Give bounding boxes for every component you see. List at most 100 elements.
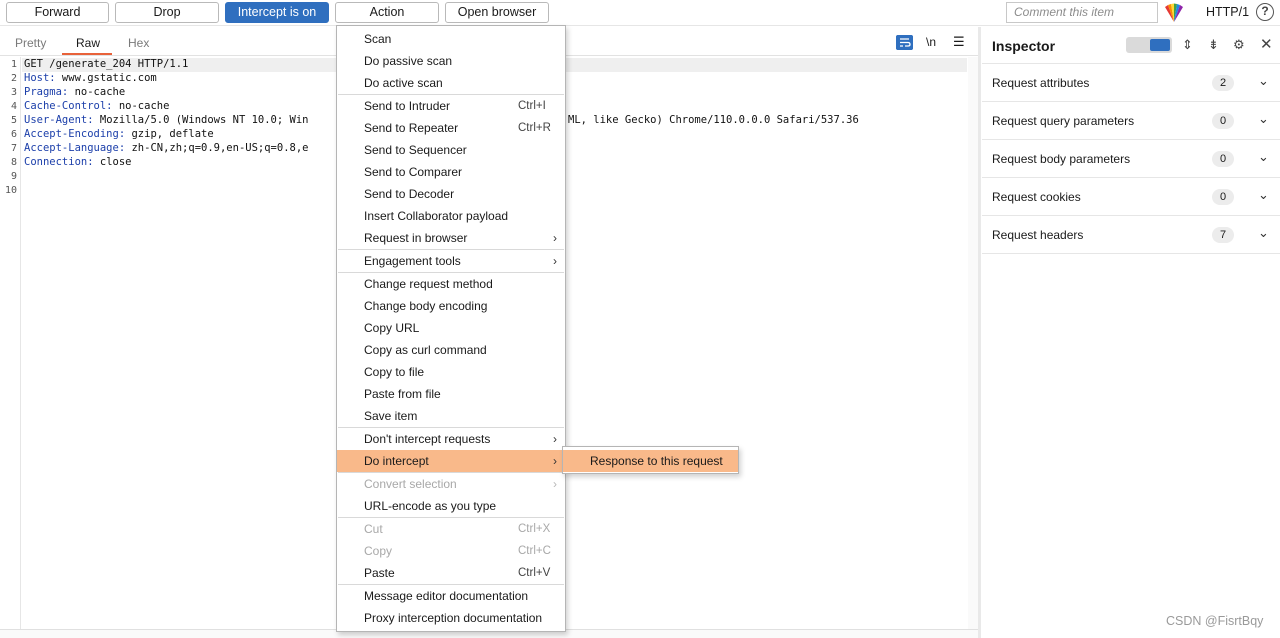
chevron-right-icon: › [553,254,557,268]
editor-scrollbar[interactable] [968,57,978,629]
close-icon[interactable]: ✕ [1260,35,1273,53]
menu-item-scan[interactable]: Scan [337,28,565,50]
menu-item-request-in-browser[interactable]: Request in browser › [337,227,565,249]
http-version-label[interactable]: HTTP/1 [1206,5,1249,19]
action-button[interactable]: Action [335,2,439,23]
menu-item-send-to-repeater[interactable]: Send to Repeater Ctrl+R [337,117,565,139]
menu-item-change-request-method[interactable]: Change request method [337,273,565,295]
menu-item-url-encode[interactable]: URL-encode as you type [337,495,565,517]
menu-item-change-body-encoding[interactable]: Change body encoding [337,295,565,317]
line-number: 1 [10,59,17,70]
count-badge: 0 [1212,189,1234,205]
line-number-gutter: 1 2 3 4 5 6 7 8 9 10 [0,57,21,629]
count-badge: 0 [1212,151,1234,167]
menu-item-send-to-comparer[interactable]: Send to Comparer [337,161,565,183]
menu-item-copy-url[interactable]: Copy URL [337,317,565,339]
do-intercept-submenu: Response to this request [562,446,739,474]
menu-item-dont-intercept[interactable]: Don't intercept requests › [337,428,565,450]
count-badge: 0 [1212,113,1234,129]
context-menu: Scan Do passive scan Do active scan Send… [336,25,566,632]
line-number: 8 [10,157,17,168]
count-badge: 2 [1212,75,1234,91]
forward-button[interactable]: Forward [6,2,109,23]
intercept-toggle-button[interactable]: Intercept is on [225,2,329,23]
inspector-row-headers[interactable]: Request headers 7 ⌄ [982,216,1280,254]
header-line[interactable]: Cache-Control: no-cache [24,100,169,112]
menu-item-paste[interactable]: Paste Ctrl+V [337,562,565,584]
inspector-row-label: Request query parameters [992,114,1135,128]
tab-hex[interactable]: Hex [128,36,149,50]
highlight-color-icon[interactable] [1163,3,1185,23]
header-line[interactable]: User-Agent: Mozilla/5.0 (Windows NT 10.0… [24,114,308,126]
active-tab-indicator [62,53,112,55]
menu-item-paste-from-file[interactable]: Paste from file [337,383,565,405]
word-wrap-icon[interactable] [896,35,913,50]
inspector-row-body-params[interactable]: Request body parameters 0 ⌄ [982,140,1280,178]
inspector-row-label: Request attributes [992,76,1090,90]
menu-item-editor-docs[interactable]: Message editor documentation [337,585,565,607]
line-number: 5 [10,115,17,126]
menu-item-do-intercept[interactable]: Do intercept › [337,450,565,472]
line-number: 7 [10,143,17,154]
inspector-layout-toggle[interactable] [1126,37,1172,53]
panel-divider[interactable] [978,27,981,638]
header-line[interactable]: Host: www.gstatic.com [24,72,157,84]
expand-all-icon[interactable]: ⇕ [1182,37,1193,53]
menu-item-send-to-sequencer[interactable]: Send to Sequencer [337,139,565,161]
inspector-row-query-params[interactable]: Request query parameters 0 ⌄ [982,102,1280,140]
inspector-row-label: Request cookies [992,190,1081,204]
menu-item-passive-scan[interactable]: Do passive scan [337,50,565,72]
menu-item-active-scan[interactable]: Do active scan [337,72,565,94]
menu-item-save-item[interactable]: Save item [337,405,565,427]
top-toolbar: Forward Drop Intercept is on Action Open… [0,0,1280,26]
open-browser-button[interactable]: Open browser [445,2,549,23]
menu-item-send-to-decoder[interactable]: Send to Decoder [337,183,565,205]
inspector-title: Inspector [992,38,1056,54]
layout-selected-icon[interactable] [1150,39,1170,51]
help-icon[interactable]: ? [1256,3,1274,21]
header-line[interactable]: Accept-Language: zh-CN,zh;q=0.9,en-US;q=… [24,142,308,154]
inspector-row-label: Request body parameters [992,152,1131,166]
menu-item-engagement-tools[interactable]: Engagement tools › [337,250,565,272]
chevron-down-icon[interactable]: ⌄ [1258,225,1269,241]
menu-item-response-to-this-request[interactable]: Response to this request [563,450,738,472]
watermark-text: CSDN @FisrtBqy [1166,614,1264,628]
header-line[interactable]: Connection: close [24,156,131,168]
line-number: 4 [10,101,17,112]
chevron-down-icon[interactable]: ⌄ [1258,73,1269,89]
chevron-down-icon[interactable]: ⌄ [1258,187,1269,203]
chevron-down-icon[interactable]: ⌄ [1258,111,1269,127]
inspector-row-cookies[interactable]: Request cookies 0 ⌄ [982,178,1280,216]
menu-item-copy: Copy Ctrl+C [364,544,551,558]
chevron-right-icon: › [553,231,557,245]
header-line-tail[interactable]: ML, like Gecko) Chrome/110.0.0.0 Safari/… [568,114,859,126]
chevron-right-icon: › [553,477,557,491]
tab-pretty[interactable]: Pretty [15,36,46,50]
line-number: 10 [4,185,17,196]
drop-button[interactable]: Drop [115,2,219,23]
chevron-right-icon: › [553,432,557,446]
menu-item-copy-as-curl[interactable]: Copy as curl command [337,339,565,361]
newline-toggle-icon[interactable]: \n [926,35,936,49]
inspector-row-attributes[interactable]: Request attributes 2 ⌄ [982,64,1280,102]
menu-item-insert-collaborator[interactable]: Insert Collaborator payload [337,205,565,227]
header-line[interactable]: Accept-Encoding: gzip, deflate [24,128,214,140]
header-line[interactable]: Pragma: no-cache [24,86,125,98]
menu-item-proxy-docs[interactable]: Proxy interception documentation [337,607,565,629]
settings-gear-icon[interactable]: ⚙ [1233,37,1245,53]
collapse-all-icon[interactable]: ⇟ [1208,37,1219,53]
menu-item-copy-to-file[interactable]: Copy to file [337,361,565,383]
chevron-down-icon[interactable]: ⌄ [1258,149,1269,165]
chevron-right-icon: › [553,454,557,468]
hamburger-menu-icon[interactable]: ☰ [953,34,965,50]
comment-input[interactable]: Comment this item [1006,2,1158,23]
count-badge: 7 [1212,227,1234,243]
line-number: 2 [10,73,17,84]
request-line[interactable]: GET /generate_204 HTTP/1.1 [24,58,188,70]
line-number: 6 [10,129,17,140]
line-number: 9 [10,171,17,182]
line-number: 3 [10,87,17,98]
tab-raw[interactable]: Raw [76,36,100,50]
menu-item-cut: Cut Ctrl+X [364,522,551,536]
menu-item-send-to-intruder[interactable]: Send to Intruder Ctrl+I [337,95,565,117]
